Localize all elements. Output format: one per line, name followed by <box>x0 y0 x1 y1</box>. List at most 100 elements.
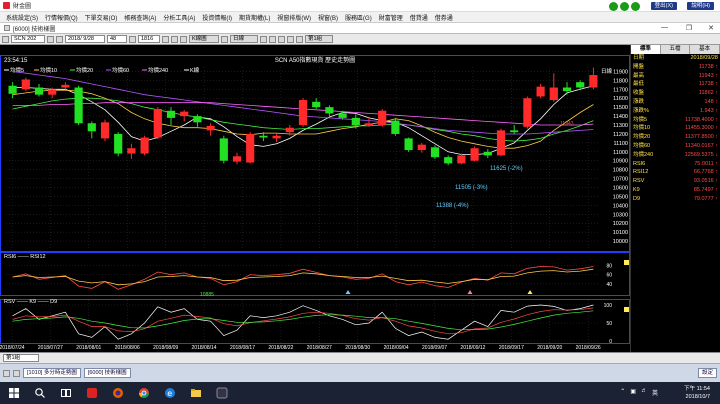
chart-area[interactable]: 10000 10100 10200 10300 10400 10500 10600 10700… <box>0 45 630 352</box>
menu-item-futures[interactable]: 期貨期權(L) <box>239 13 270 22</box>
next-icon[interactable] <box>56 35 63 43</box>
logout-button[interactable]: 登出(X) <box>650 2 677 10</box>
app-red-icon[interactable] <box>86 387 98 399</box>
panel-menu-icon[interactable] <box>624 260 629 265</box>
status-light-icon <box>620 2 629 11</box>
y-tick-label: 10300 <box>613 212 628 218</box>
info-row: 最高 11943 ↑ <box>631 72 720 81</box>
candle-body <box>87 123 96 132</box>
zoom-out-icon[interactable] <box>171 35 178 43</box>
kline-select[interactable]: K線圖 <box>189 35 219 43</box>
count-input[interactable]: 1816 <box>138 35 160 43</box>
info-label: K9 <box>633 186 640 193</box>
firefox-icon[interactable] <box>112 387 124 399</box>
info-label: 均價20 <box>633 134 651 141</box>
restore-icon[interactable]: ❐ <box>686 24 692 32</box>
date-input[interactable]: 2018/ 9/28 <box>65 35 105 43</box>
help-button[interactable]: 說明(H) <box>687 2 714 10</box>
menu-item-lending[interactable]: 借券通 <box>435 13 453 22</box>
fit-icon[interactable] <box>180 35 187 43</box>
menu-item-loan[interactable]: 借貸通 <box>410 13 428 22</box>
lock-icon[interactable] <box>13 369 20 377</box>
zoom-in-icon[interactable] <box>162 35 169 43</box>
tab-five-level[interactable]: 五檔 <box>661 45 691 54</box>
interval-select[interactable]: 日線 <box>230 35 258 43</box>
menu-item-analysis[interactable]: 分析工具(A) <box>163 13 195 22</box>
x-tick-label: 2018/09/17 <box>499 345 524 351</box>
candle-body <box>576 82 585 88</box>
candle-body <box>140 137 149 154</box>
settings-button[interactable]: 設定 <box>697 368 717 378</box>
network-icon[interactable]: ▣ <box>630 388 636 397</box>
draw-line-icon[interactable] <box>269 35 276 43</box>
close-icon[interactable]: ✕ <box>708 24 714 32</box>
windows-start-icon[interactable] <box>8 387 20 399</box>
menu-item-account[interactable]: 帳務查詢(A) <box>124 13 156 22</box>
tab-standard[interactable]: 標準 <box>631 45 661 54</box>
price-annotation: 11625 (-2%) <box>490 166 523 172</box>
grid-icon[interactable] <box>2 35 9 43</box>
menu-item-layout[interactable]: 視窗排版(W) <box>277 13 311 22</box>
x-tick-label: 2018/08/14 <box>192 345 217 351</box>
folder-icon[interactable] <box>190 387 202 399</box>
candle-body <box>457 155 466 164</box>
ime-indicator[interactable]: 英 <box>652 388 658 397</box>
task-6000[interactable]: [6000] 技術樣圖 <box>83 368 131 378</box>
settings-icon[interactable] <box>260 35 267 43</box>
info-value: 11377.8500 ↑ <box>685 134 718 141</box>
app-dark-icon[interactable] <box>216 387 228 399</box>
menu-icon[interactable] <box>3 369 10 377</box>
candle-body <box>483 151 492 156</box>
group-select[interactable]: 第1組 <box>305 35 333 43</box>
menu-item-order[interactable]: 下單交易(O) <box>85 13 118 22</box>
menu-item-window[interactable]: 視窗(B) <box>318 13 338 22</box>
candle-body <box>430 147 440 158</box>
volume-icon[interactable]: ♬ <box>641 388 647 397</box>
menu-item-service[interactable]: 服務區(G) <box>345 13 372 22</box>
panel-menu-icon[interactable] <box>624 307 629 312</box>
kd-tick-label: 100 <box>604 303 613 309</box>
x-tick-label: 2018/08/22 <box>268 345 293 351</box>
group-select-bottom[interactable]: 第1組 <box>3 354 39 362</box>
chart-clock: 23:54:15 <box>4 58 28 64</box>
chrome-icon[interactable] <box>138 387 150 399</box>
chevron-up-icon[interactable]: ⌃ <box>620 388 625 397</box>
price-annotation: 11388 (-4%) <box>436 203 469 209</box>
scroll-icon[interactable] <box>221 35 228 43</box>
menu-item-quotes[interactable]: 行情報價(Q) <box>45 13 78 22</box>
candle-body <box>180 111 189 117</box>
x-tick-label: 2018/08/06 <box>115 345 140 351</box>
minimize-icon[interactable]: — <box>661 24 668 31</box>
candlestick-chart[interactable]: 10000 10100 10200 10300 10400 10500 10600 10700… <box>0 45 630 352</box>
candle-body <box>404 138 413 151</box>
system-clock[interactable]: 下午 11:54 2018/10/7 <box>684 385 710 401</box>
prev-icon[interactable] <box>47 35 54 43</box>
legend-entry: 均價10 <box>40 66 57 74</box>
rsi-line <box>12 268 594 286</box>
menu-item-news[interactable]: 投資情報(I) <box>202 13 232 22</box>
period-stepper-icon[interactable] <box>129 35 136 43</box>
y-tick-label: 11700 <box>613 87 628 93</box>
search-icon[interactable] <box>34 387 46 399</box>
system-tray: ⌃ ▣ ♬ 英 <box>620 388 658 397</box>
pointer-icon[interactable] <box>287 35 294 43</box>
app-titlebar: 財金圖 登出(X) 說明(H) <box>0 0 720 12</box>
edge-icon[interactable]: e <box>164 387 176 399</box>
info-label: 均價240 <box>633 151 654 158</box>
y-tick-label: 10400 <box>613 203 628 209</box>
signal-marker-icon <box>345 290 351 294</box>
candle-body <box>74 87 83 124</box>
candle-body <box>496 130 506 156</box>
task-1010[interactable]: [1010] 多分時走勢圖 <box>23 368 81 378</box>
task-view-icon[interactable] <box>60 387 72 399</box>
candle-body <box>166 110 176 118</box>
lock-icon[interactable] <box>296 35 303 43</box>
menu-item-system[interactable]: 系統設定(S) <box>6 13 38 22</box>
menu-item-wealth[interactable]: 財富管理 <box>379 13 403 22</box>
text-icon[interactable] <box>278 35 285 43</box>
y-tick-label: 10100 <box>613 230 628 236</box>
info-row: 均價5 11738.4000 ↑ <box>631 116 720 125</box>
tab-basic[interactable]: 基本 <box>690 45 720 54</box>
symbol-input[interactable]: SCN 202 <box>11 35 45 43</box>
period-input[interactable]: 48 <box>107 35 127 43</box>
